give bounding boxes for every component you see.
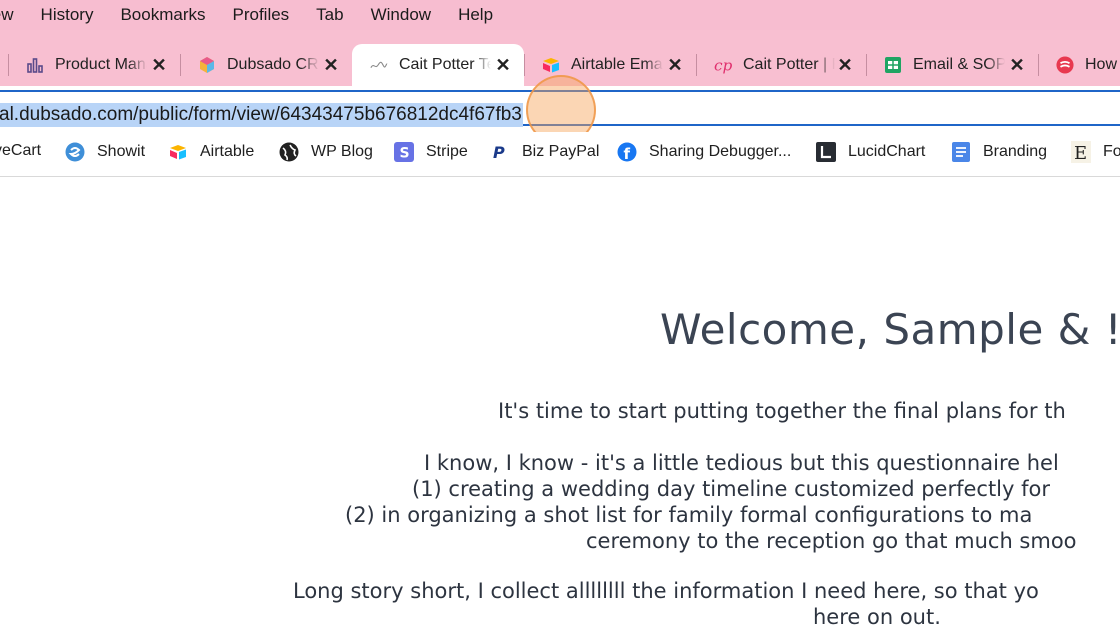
close-icon[interactable]: ✕ — [1008, 56, 1026, 74]
bookmark-label: Showit — [97, 143, 146, 160]
tab-separator — [180, 54, 181, 76]
tab-title: How — [1085, 56, 1118, 73]
docs-icon — [951, 142, 971, 162]
bookmark-label: LucidChart — [848, 143, 926, 160]
bookmark-wp-blog[interactable]: WP Blog — [279, 142, 373, 162]
bookmark-label: Branding — [983, 143, 1048, 160]
bookmark-sharing-debugger[interactable]: f Sharing Debugger... — [617, 142, 791, 162]
tab-title: Dubsado CRM — [227, 56, 319, 73]
bookmark-biz-paypal[interactable]: P Biz PayPal — [490, 142, 599, 162]
svg-text:E: E — [1074, 143, 1087, 163]
stripe-icon: S — [394, 142, 414, 162]
facebook-icon: f — [617, 142, 637, 162]
url-text: al.dubsado.com/public/form/view/64343475… — [0, 103, 523, 127]
menu-help[interactable]: Help — [458, 5, 493, 25]
body-text: here on out. — [813, 605, 941, 626]
globe-icon — [279, 142, 299, 162]
tab-product-manager[interactable]: Product Manager ✕ — [8, 44, 180, 86]
menu-bookmarks[interactable]: Bookmarks — [120, 5, 205, 25]
bookmark-fo[interactable]: E Fo — [1071, 141, 1120, 163]
tab-separator — [1038, 54, 1039, 76]
tab-how[interactable]: How — [1038, 44, 1120, 86]
menu-bar: View History Bookmarks Profiles Tab Wind… — [0, 0, 1120, 30]
tab-separator — [8, 54, 9, 76]
bar-chart-icon — [26, 56, 44, 74]
tab-email-sops[interactable]: Email & SOPs ✕ — [866, 44, 1038, 86]
tab-separator — [866, 54, 867, 76]
tab-title: Cait Potter Test — [399, 56, 491, 73]
close-icon[interactable]: ✕ — [150, 56, 168, 74]
airtable-icon — [168, 142, 188, 162]
bookmark-stripe[interactable]: S Stripe — [394, 142, 468, 162]
bookmark-label: Fo — [1103, 143, 1120, 160]
menu-history[interactable]: History — [41, 5, 94, 25]
bookmark-label: Sharing Debugger... — [649, 143, 792, 160]
close-icon[interactable]: ✕ — [836, 56, 854, 74]
tab-cait-potter-photo[interactable]: cp Cait Potter | Photo ✕ — [696, 44, 866, 86]
tab-dubsado[interactable]: Dubsado CRM ✕ — [180, 44, 352, 86]
tab-title: Cait Potter | Photo — [743, 56, 835, 73]
bookmarks-bar: veCart Showit Airtable WP Blog S Stripe … — [0, 132, 1120, 177]
dubsado-icon — [198, 56, 216, 74]
tab-cait-potter-test[interactable]: Cait Potter Test ✕ — [352, 44, 524, 86]
signature-icon — [370, 56, 388, 74]
page-content: Welcome, Sample & ! It's time to start p… — [0, 177, 1120, 626]
lucidchart-icon — [816, 142, 836, 162]
bookmark-label: WP Blog — [311, 143, 373, 160]
body-text: (1) creating a wedding day timeline cust… — [412, 477, 1050, 501]
tab-separator — [696, 54, 697, 76]
bookmark-label: Airtable — [200, 143, 255, 160]
intro-text: It's time to start putting together the … — [498, 399, 1066, 423]
bookmark-showit[interactable]: Showit — [65, 142, 145, 162]
body-text: Long story short, I collect allllllll th… — [293, 579, 1039, 603]
close-icon[interactable]: ✕ — [322, 56, 340, 74]
cp-logo-icon: cp — [714, 56, 732, 74]
showit-icon — [65, 142, 85, 162]
bookmark-lucidchart[interactable]: LucidChart — [816, 142, 925, 162]
bookmark-airtable[interactable]: Airtable — [168, 142, 254, 162]
close-icon[interactable]: ✕ — [666, 56, 684, 74]
tab-title: Email & SOPs — [913, 56, 1005, 73]
menu-window[interactable]: Window — [371, 5, 431, 25]
tab-separator — [524, 54, 525, 76]
tab-title: Product Manager — [55, 56, 147, 73]
menu-profiles[interactable]: Profiles — [232, 5, 289, 25]
body-text: ceremony to the reception go that much s… — [586, 529, 1077, 553]
close-icon[interactable]: ✕ — [494, 56, 512, 74]
svg-text:cp: cp — [714, 56, 732, 74]
body-text: (2) in organizing a shot list for family… — [345, 503, 1033, 527]
airtable-icon — [542, 56, 560, 74]
tab-title: Airtable Email — [571, 56, 663, 73]
menu-view[interactable]: View — [0, 5, 14, 25]
paypal-icon: P — [490, 142, 510, 162]
bookmark-label: Biz PayPal — [522, 143, 600, 160]
bookmark-label: veCart — [0, 142, 42, 159]
svg-text:P: P — [493, 143, 505, 162]
menu-tab[interactable]: Tab — [316, 5, 343, 25]
bookmark-label: Stripe — [426, 143, 468, 160]
bookmark-vecart[interactable]: veCart — [0, 142, 41, 160]
svg-text:S: S — [400, 146, 410, 162]
body-text: I know, I know - it's a little tedious b… — [424, 451, 1059, 475]
e-icon: E — [1071, 141, 1091, 163]
bookmark-branding[interactable]: Branding — [951, 142, 1047, 162]
page-title: Welcome, Sample & ! — [660, 305, 1120, 354]
svg-text:f: f — [624, 145, 631, 162]
sheets-icon — [884, 56, 902, 74]
red-logo-icon — [1056, 56, 1074, 74]
